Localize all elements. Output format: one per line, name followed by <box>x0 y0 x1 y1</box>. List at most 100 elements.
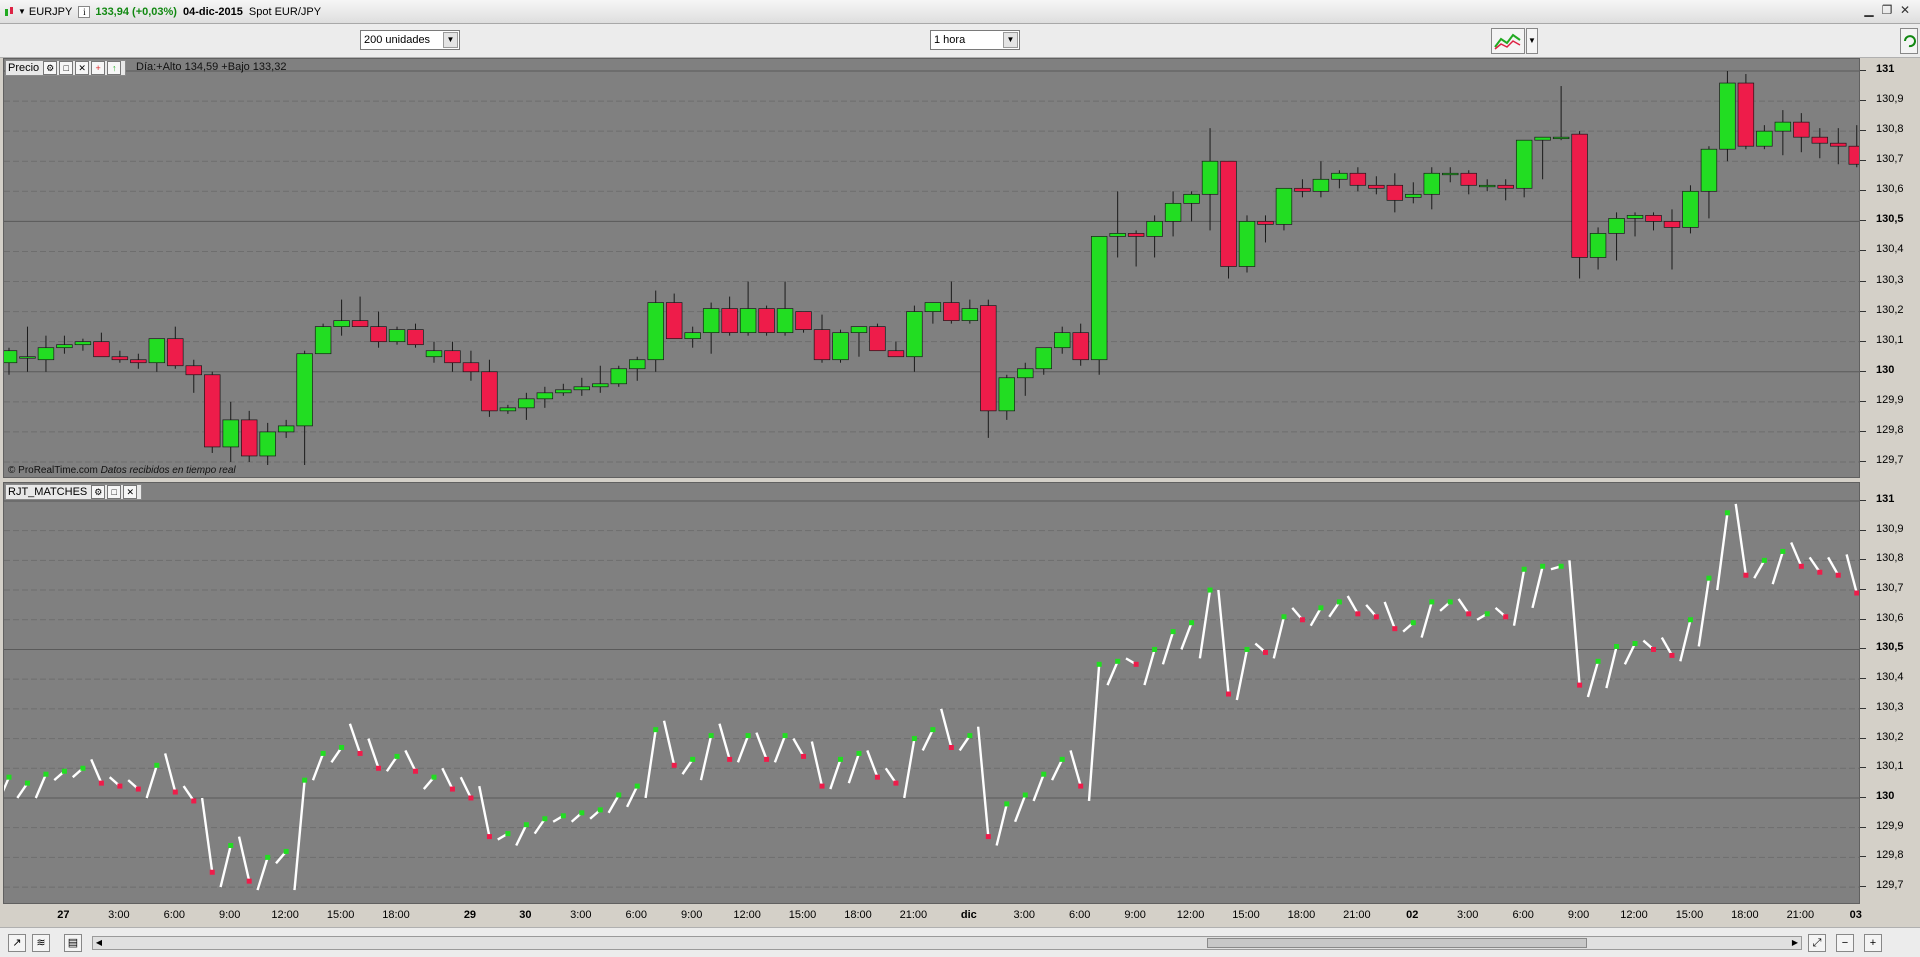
y-tick-mark <box>1860 370 1866 372</box>
candle-body <box>1164 202 1182 222</box>
match-marker <box>135 786 141 792</box>
price-y-axis[interactable]: 131 130,9 130,8 130,7 130,6 130,5 130,4 130,3 13… <box>1860 58 1920 478</box>
x-tick-label: 3:00 <box>1457 909 1479 921</box>
candle-body <box>1146 221 1163 237</box>
indicator-y-axis[interactable]: 131 130,9 130,8 130,7 130,6 130,5 130,4 130,3 13… <box>1860 482 1920 904</box>
close-icon[interactable]: ✕ <box>75 61 90 75</box>
match-marker <box>1761 557 1767 563</box>
match-marker <box>690 756 696 762</box>
x-tick-label: 21:00 <box>1343 909 1371 921</box>
candle-body <box>37 347 55 361</box>
candle-body <box>148 338 166 364</box>
time-x-axis[interactable]: 27 3:00 6:00 9:00 12:00 15:00 18:00 29 30 3:00 6:0… <box>3 904 1862 926</box>
candle-body <box>1682 190 1699 228</box>
match-marker <box>523 822 529 828</box>
chevron-down-icon[interactable]: ▼ <box>1003 32 1018 48</box>
minimize-icon[interactable]: ▁ <box>1860 3 1878 19</box>
match-marker <box>727 756 733 762</box>
candle-body <box>1774 121 1792 132</box>
match-marker <box>265 854 271 860</box>
zoom-in-icon[interactable]: + <box>1864 934 1882 952</box>
match-line <box>4 776 11 792</box>
print-icon[interactable]: ▤ <box>64 934 82 952</box>
match-marker <box>302 777 308 783</box>
candle-body <box>388 329 406 343</box>
x-tick-label: 15:00 <box>326 909 355 921</box>
symbol-dropdown-icon[interactable]: ▼ <box>18 7 26 16</box>
match-marker <box>1262 649 1268 655</box>
match-line <box>441 767 454 790</box>
y-tick-label: 129,8 <box>1876 423 1904 436</box>
match-marker <box>486 834 492 840</box>
candle-body <box>1090 236 1108 361</box>
candle-body <box>1552 136 1570 140</box>
scroll-left-icon[interactable]: ◀ <box>93 937 105 949</box>
info-icon[interactable]: i <box>78 5 91 18</box>
scroll-right-icon[interactable]: ▶ <box>1789 937 1801 949</box>
match-line <box>810 741 824 787</box>
match-line <box>145 764 158 799</box>
match-line <box>1734 503 1748 576</box>
move-up-icon[interactable]: ↑ <box>107 61 122 75</box>
candlestick-chart[interactable] <box>4 59 1860 478</box>
chart-type-icon <box>1494 33 1521 50</box>
candle-body <box>1534 136 1551 141</box>
candle-body <box>1423 172 1440 195</box>
price-panel[interactable]: Precio ⚙ □ ✕ + ↑ Día:+Alto 134,59 +Bajo … <box>3 58 1860 478</box>
close-icon[interactable]: ✕ <box>123 485 138 499</box>
match-marker <box>1521 566 1527 572</box>
zoom-fit-icon[interactable]: ⤢ <box>1808 934 1826 952</box>
candle-body <box>1257 221 1274 225</box>
trend-tool-icon[interactable]: ↗ <box>8 934 26 952</box>
match-line <box>1346 595 1359 615</box>
match-line <box>1180 622 1193 650</box>
match-marker <box>80 765 86 771</box>
candle-body <box>74 341 92 346</box>
zoom-out-icon[interactable]: − <box>1836 934 1854 952</box>
candle-body <box>1719 82 1736 150</box>
restore-icon[interactable]: ❐ <box>1878 3 1896 19</box>
match-line <box>1771 551 1784 585</box>
match-marker <box>1595 658 1601 664</box>
match-line <box>1716 512 1729 591</box>
x-tick-label: 3:00 <box>570 909 592 921</box>
candle-body <box>1201 160 1219 195</box>
wrench-icon[interactable]: ⚙ <box>43 61 58 75</box>
y-tick-mark <box>1860 70 1866 71</box>
chart-type-button[interactable] <box>1491 28 1525 54</box>
x-tick-label: 15:00 <box>1232 909 1260 921</box>
day-high-low: Día:+Alto 134,59 +Bajo 133,32 <box>136 61 287 73</box>
match-line <box>1568 560 1581 686</box>
candle-body <box>739 308 757 334</box>
timeframe-select[interactable]: 1 hora ▼ <box>930 30 1020 50</box>
wrench-icon[interactable]: ⚙ <box>91 485 106 499</box>
chart-type-dropdown[interactable]: ▼ <box>1526 28 1538 54</box>
time-scrollbar[interactable]: ◀ ▶ <box>92 936 1802 950</box>
match-line <box>736 735 750 763</box>
units-select-value: 200 unidades <box>364 34 431 46</box>
indicators-icon[interactable]: ≋ <box>32 934 50 952</box>
x-tick-label: 9:00 <box>219 909 241 921</box>
match-marker <box>394 753 400 759</box>
match-marker <box>1503 614 1509 620</box>
indicator-chart[interactable] <box>4 483 1860 904</box>
candle-body <box>665 302 683 340</box>
chevron-down-icon[interactable]: ▼ <box>443 32 458 48</box>
match-marker <box>930 727 936 733</box>
match-marker <box>1281 614 1287 620</box>
indicator-panel[interactable]: RJT_MATCHES ⚙ □ ✕ <box>3 482 1860 904</box>
refresh-icon[interactable] <box>1900 28 1918 54</box>
maximize-icon[interactable]: □ <box>59 61 74 75</box>
match-marker <box>468 795 474 801</box>
scrollbar-thumb[interactable] <box>1207 938 1587 948</box>
units-select[interactable]: 200 unidades ▼ <box>360 30 460 50</box>
candle-body <box>1626 215 1644 219</box>
candle-body <box>887 350 905 358</box>
maximize-icon[interactable]: □ <box>107 485 122 499</box>
x-tick-label: 15:00 <box>788 909 817 921</box>
close-window-icon[interactable]: ✕ <box>1896 3 1914 19</box>
match-line <box>976 726 990 837</box>
y-tick-mark <box>1860 618 1866 620</box>
symbol-name[interactable]: EURJPY <box>29 6 72 18</box>
add-icon[interactable]: + <box>91 61 106 75</box>
